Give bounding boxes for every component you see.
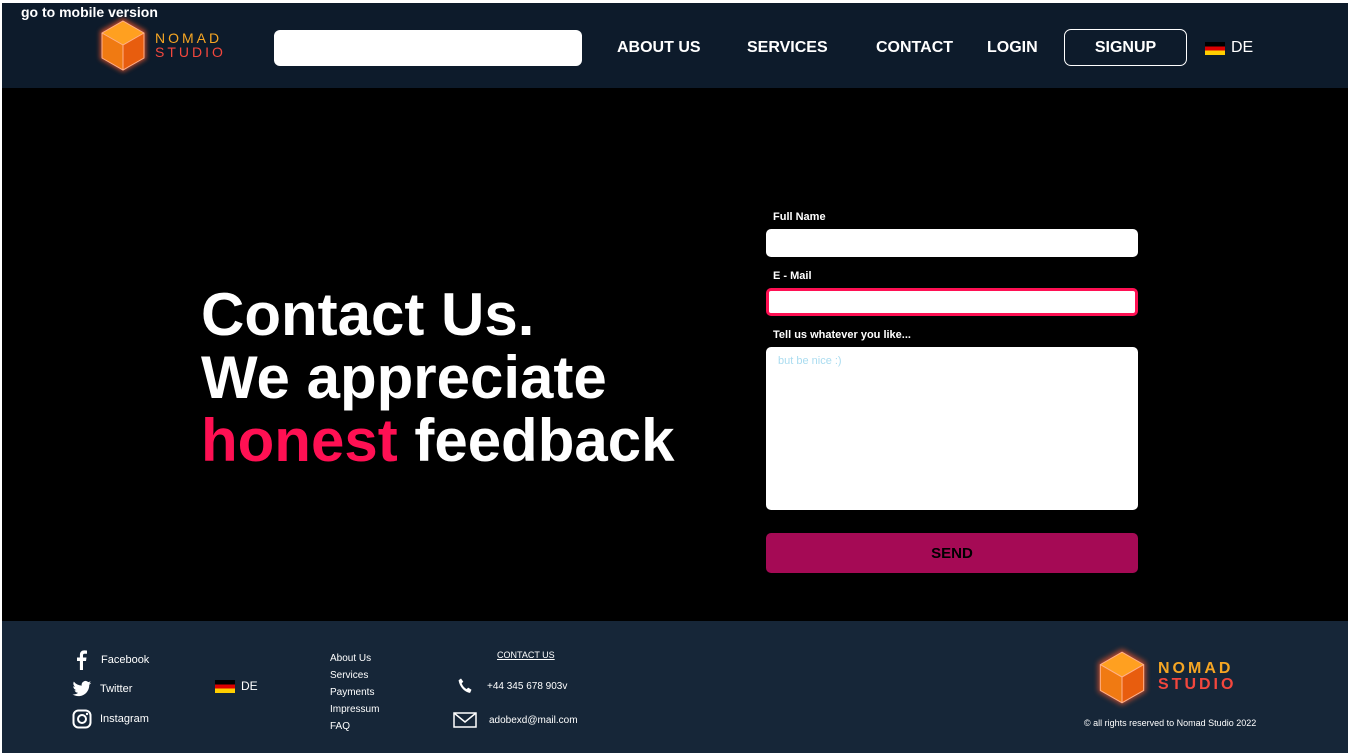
footer-link-faq[interactable]: FAQ — [330, 718, 379, 735]
facebook-icon — [77, 650, 87, 670]
twitter-link[interactable]: Twitter — [72, 680, 132, 698]
footer-brand-line2: STUDIO — [1158, 676, 1237, 693]
top-nav: go to mobile version NOMAD STUDIO ABOUT … — [2, 3, 1348, 88]
language-label: DE — [1231, 39, 1254, 56]
cube-logo-icon — [1098, 649, 1146, 705]
message-textarea[interactable] — [766, 347, 1138, 510]
german-flag-icon — [1205, 41, 1225, 55]
signup-label: SIGNUP — [1094, 38, 1157, 56]
nav-services[interactable]: SERVICES — [747, 39, 828, 57]
instagram-icon — [72, 709, 92, 729]
footer-link-about[interactable]: About Us — [330, 650, 379, 667]
mobile-version-link[interactable]: go to mobile version — [21, 4, 158, 20]
brand-line2: STUDIO — [155, 44, 226, 60]
nav-login[interactable]: LOGIN — [987, 39, 1038, 57]
hero-rest: feedback — [397, 407, 675, 474]
nav-about-us[interactable]: ABOUT US — [617, 39, 701, 57]
cube-logo-icon — [100, 18, 146, 72]
phone-icon — [458, 678, 472, 693]
footer-brand-logo[interactable]: NOMAD STUDIO — [1092, 645, 1236, 709]
footer-brand-line1: NOMAD — [1158, 660, 1234, 677]
email-label: E - Mail — [773, 270, 812, 282]
footer-language-switch[interactable]: DE — [215, 679, 258, 693]
full-name-label: Full Name — [773, 211, 826, 223]
footer-link-payments[interactable]: Payments — [330, 684, 379, 701]
twitter-icon — [72, 680, 92, 697]
footer-brand-name: NOMAD STUDIO — [1158, 661, 1236, 693]
send-label: SEND — [931, 544, 973, 562]
email-field[interactable] — [766, 288, 1138, 316]
phone-number: +44 345 678 903v — [487, 680, 568, 692]
copyright-text: © all rights reserved to Nomad Studio 20… — [1084, 718, 1257, 728]
hero-heading: Contact Us. We appreciate honest feedbac… — [201, 283, 674, 472]
page: go to mobile version NOMAD STUDIO ABOUT … — [2, 3, 1348, 753]
footer-language-label: DE — [241, 679, 258, 693]
footer: Facebook Twitter Instagram DE About Us S… — [2, 621, 1348, 753]
message-label: Tell us whatever you like... — [773, 329, 911, 341]
language-switch[interactable]: DE — [1205, 39, 1253, 57]
signup-button[interactable]: SIGNUP — [1064, 29, 1187, 66]
brand-logo[interactable]: NOMAD STUDIO — [95, 14, 226, 76]
instagram-link[interactable]: Instagram — [72, 709, 149, 729]
facebook-link[interactable]: Facebook — [72, 649, 149, 671]
mail-icon — [453, 712, 477, 728]
hero-accent: honest — [201, 407, 398, 474]
brand-line1: NOMAD — [155, 30, 223, 46]
footer-links: About Us Services Payments Impressum FAQ — [330, 650, 379, 735]
contact-us-link[interactable]: CONTACT US — [497, 650, 555, 660]
phone-row: +44 345 678 903v — [457, 677, 567, 695]
german-flag-icon — [215, 679, 235, 693]
twitter-label: Twitter — [100, 683, 133, 695]
email-row: adobexd@mail.com — [453, 712, 578, 728]
search-input[interactable] — [274, 30, 582, 66]
facebook-label: Facebook — [101, 654, 150, 666]
footer-link-impressum[interactable]: Impressum — [330, 701, 379, 718]
nav-contact[interactable]: CONTACT — [876, 39, 953, 57]
hero-line3: honest feedback — [201, 409, 674, 472]
hero-line1: Contact Us. — [201, 281, 535, 348]
brand-name: NOMAD STUDIO — [155, 31, 226, 59]
footer-link-services[interactable]: Services — [330, 667, 379, 684]
full-name-field[interactable] — [766, 229, 1138, 257]
email-address: adobexd@mail.com — [489, 714, 578, 726]
hero-line2: We appreciate — [201, 344, 607, 411]
send-button[interactable]: SEND — [766, 533, 1138, 573]
instagram-label: Instagram — [100, 713, 149, 725]
